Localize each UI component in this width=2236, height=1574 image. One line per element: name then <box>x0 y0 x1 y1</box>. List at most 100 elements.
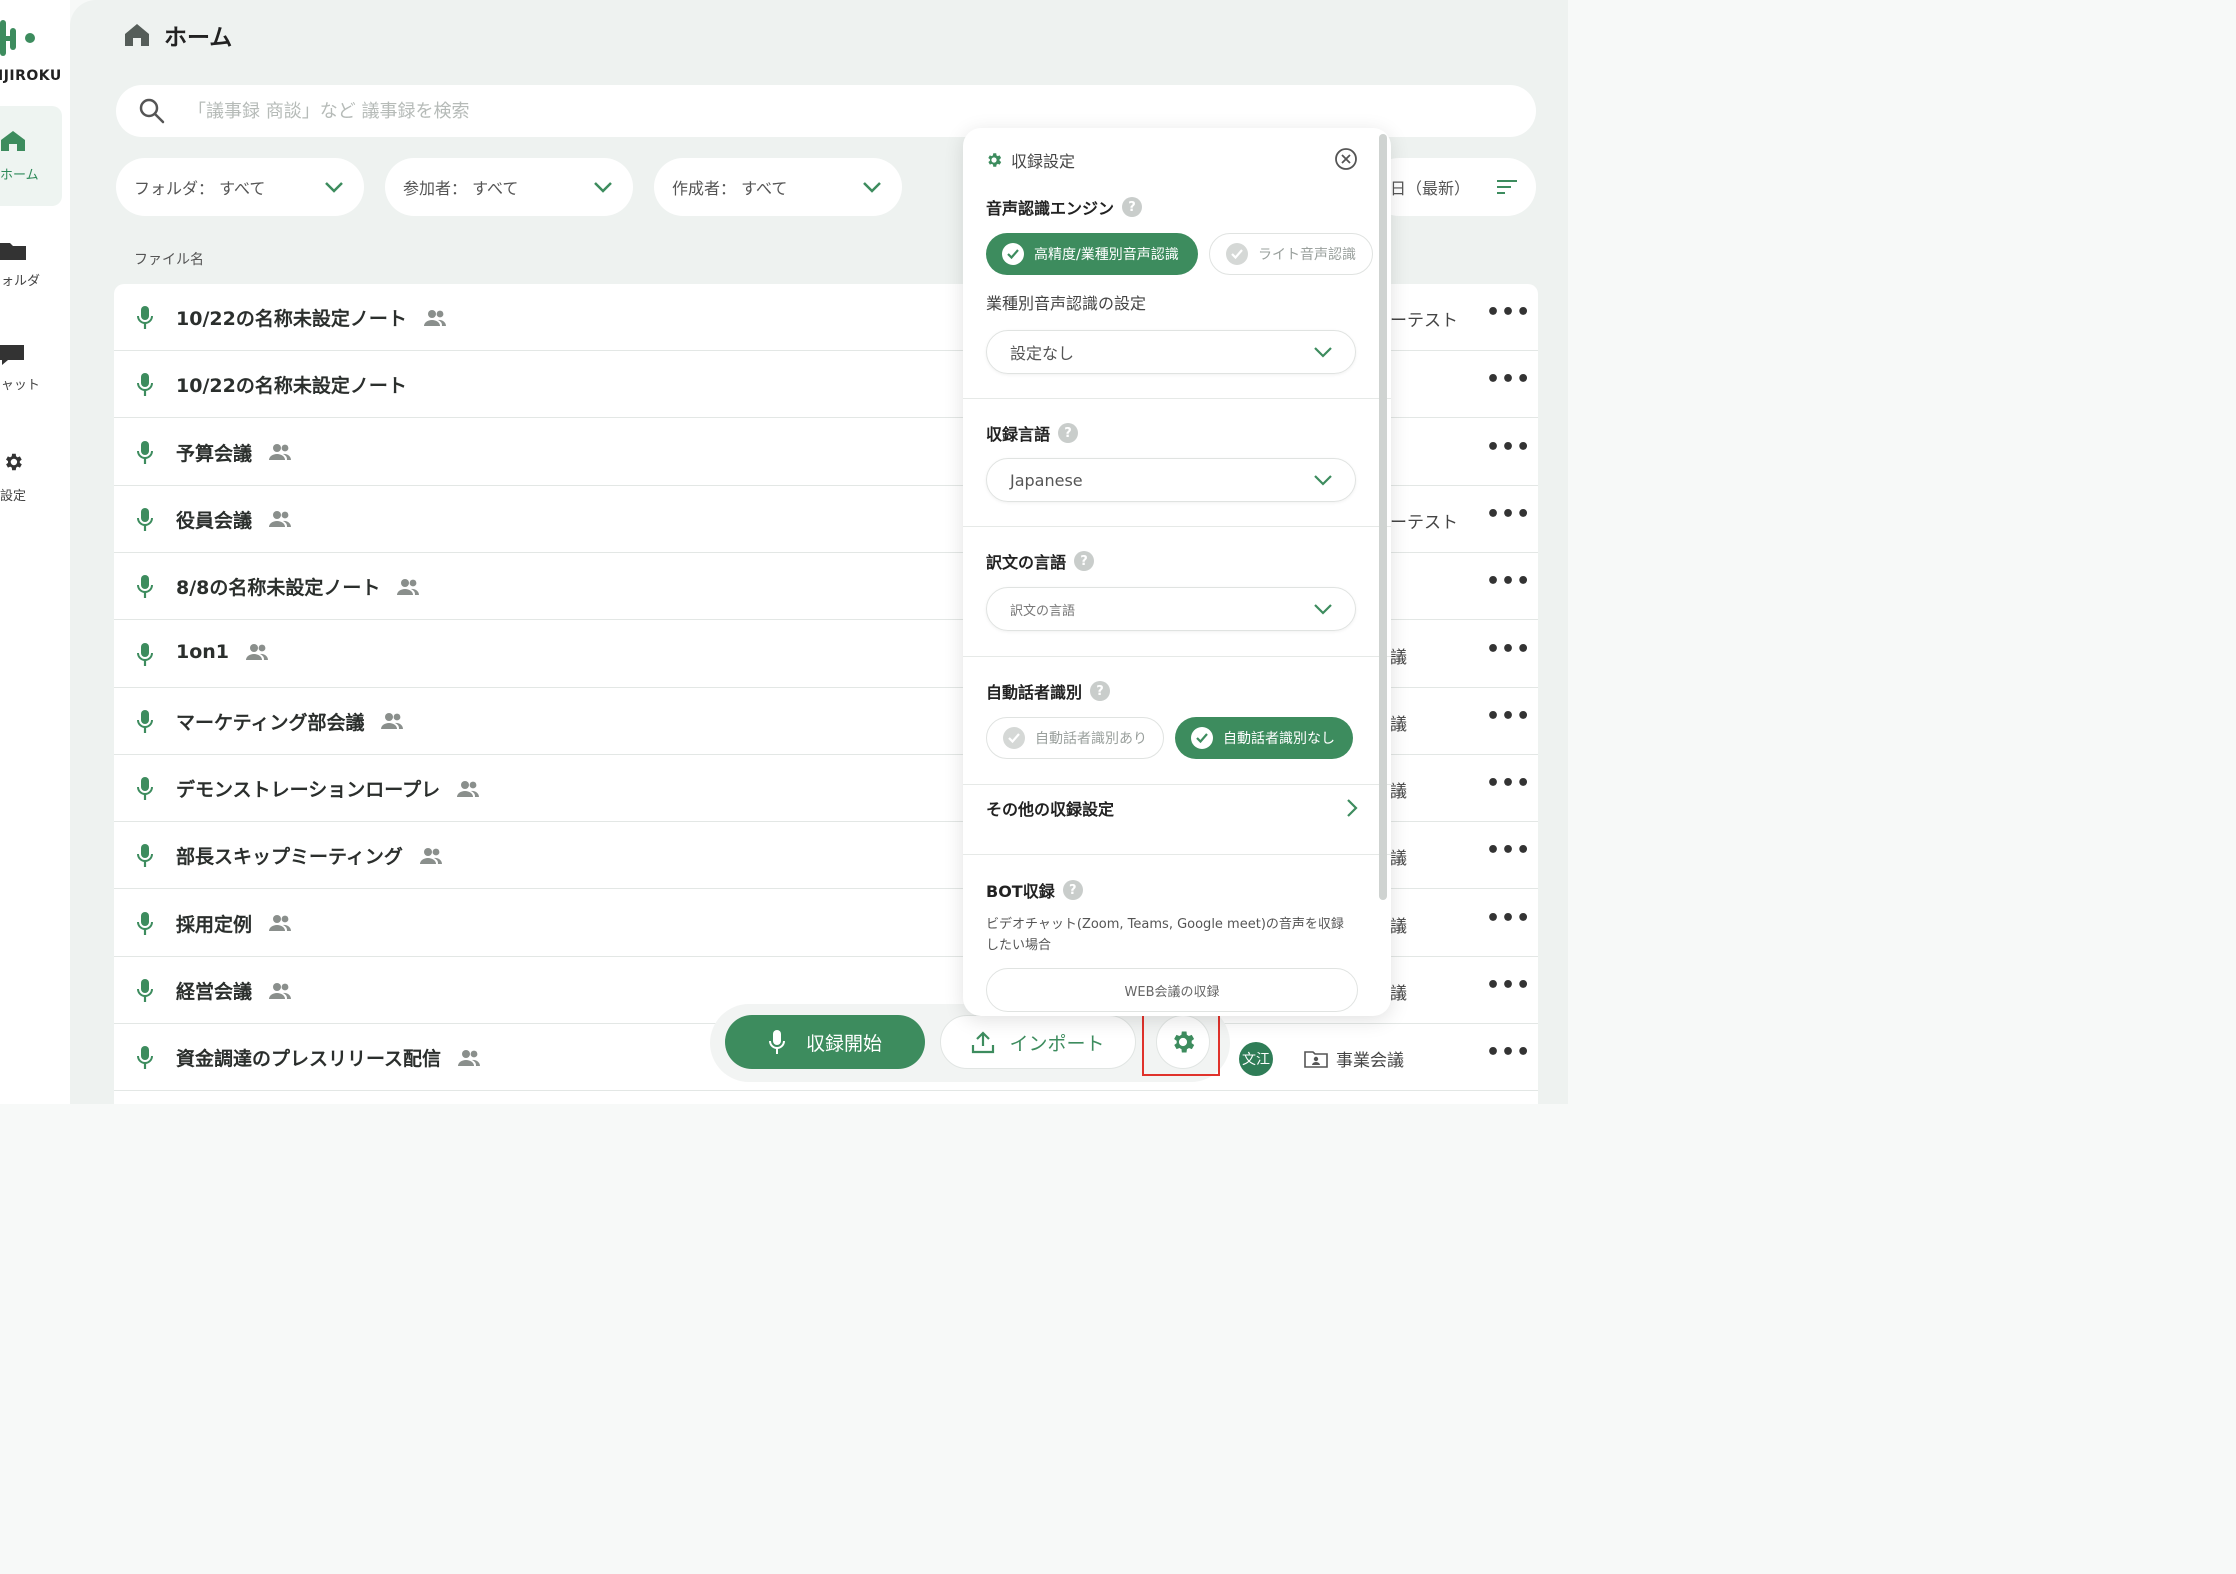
speaker-option-label: 自動話者識別なし <box>1223 731 1335 747</box>
row-title-text: 10/22の名称未設定ノート <box>176 375 407 398</box>
other-settings-row[interactable]: その他の収録設定 <box>986 796 1358 820</box>
mic-icon <box>136 844 154 868</box>
home-icon <box>1 131 25 151</box>
sidebar-item-chat[interactable]: チャット <box>0 336 62 406</box>
mic-icon <box>136 575 154 599</box>
more-options-icon[interactable]: ••• <box>1486 1042 1530 1066</box>
row-title: 1on1 <box>176 641 269 663</box>
more-options-icon[interactable]: ••• <box>1486 302 1530 326</box>
recording-settings-panel: 収録設定 音声認識エンジン ? 高精度/業種別音声認識 ライト音声認識 業種別音… <box>963 128 1391 1016</box>
filter-folder[interactable]: フォルダ： すべて <box>116 158 364 216</box>
people-icon <box>268 443 292 461</box>
search-input[interactable] <box>188 100 1088 122</box>
sidebar-item-label: チャット <box>0 378 40 393</box>
people-icon <box>268 914 292 932</box>
mic-icon <box>136 373 154 397</box>
row-title: 役員会議 <box>176 506 292 533</box>
folder-user-icon <box>1304 1050 1328 1068</box>
other-settings-label: その他の収録設定 <box>986 800 1115 819</box>
more-options-icon[interactable]: ••• <box>1486 773 1530 797</box>
sidebar-item-label: ホーム <box>0 168 39 183</box>
more-options-icon[interactable]: ••• <box>1486 436 1530 461</box>
row-meta: 議 <box>1390 849 1407 870</box>
industry-select[interactable]: 設定なし <box>986 330 1356 374</box>
mic-icon <box>136 642 154 667</box>
sidebar-item-home[interactable]: ホーム <box>0 106 62 206</box>
row-title: 資金調達のプレスリリース配信 <box>176 1044 481 1071</box>
divider <box>963 784 1391 785</box>
divider <box>963 656 1391 657</box>
filter-participants[interactable]: 参加者： すべて <box>385 158 633 216</box>
more-options-icon[interactable]: ••• <box>1486 638 1530 663</box>
more-options-icon[interactable]: ••• <box>1486 840 1530 864</box>
help-icon[interactable]: ? <box>1058 423 1079 443</box>
gear-icon <box>6 453 22 471</box>
folder-tag: 事業会議 <box>1304 1046 1404 1071</box>
chevron-down-icon <box>1314 347 1332 358</box>
mic-icon <box>136 1046 154 1070</box>
web-meeting-record-button[interactable]: WEB会議の収録 <box>986 968 1358 1012</box>
people-icon <box>423 309 447 327</box>
more-options-icon[interactable]: ••• <box>1486 503 1530 528</box>
row-title: 10/22の名称未設定ノート <box>176 371 407 398</box>
more-options-icon[interactable]: ••• <box>1486 907 1530 932</box>
page-title: ホーム <box>124 18 232 52</box>
close-icon[interactable] <box>1334 147 1358 171</box>
sort-select[interactable]: 日（最新） <box>1370 158 1536 216</box>
chevron-down-icon <box>1314 475 1332 486</box>
chat-icon <box>0 345 24 365</box>
row-title-text: デモンストレーションロープレ <box>176 779 441 802</box>
help-icon[interactable]: ? <box>1062 880 1083 900</box>
import-button-label: インポート <box>1009 1032 1105 1055</box>
people-icon <box>456 780 480 798</box>
import-button[interactable]: インポート <box>940 1015 1136 1069</box>
sidebar-item-label: フォルダ <box>0 274 41 289</box>
check-icon <box>1002 243 1024 265</box>
more-options-icon[interactable]: ••• <box>1486 571 1530 595</box>
sidebar-item-label: 設定 <box>0 489 27 504</box>
help-icon[interactable]: ? <box>1122 197 1143 217</box>
translation-select[interactable]: 訳文の言語 <box>986 587 1356 631</box>
row-meta: 議 <box>1390 916 1407 937</box>
record-button-label: 収録開始 <box>805 1032 882 1055</box>
divider <box>963 854 1391 855</box>
filter-label: フォルダ： すべて <box>134 179 266 198</box>
chevron-down-icon <box>1314 604 1332 615</box>
mic-icon <box>136 979 154 1003</box>
row-title: マーケティング部会議 <box>176 708 404 735</box>
sidebar-item-folder[interactable]: フォルダ <box>0 230 62 300</box>
mic-icon <box>136 777 154 801</box>
filter-creator[interactable]: 作成者： すべて <box>654 158 902 216</box>
gear-icon <box>988 153 1002 167</box>
sort-icon <box>1497 180 1517 194</box>
sidebar-item-settings[interactable]: 設定 <box>0 445 62 515</box>
speaker-option-on[interactable]: 自動話者識別あり <box>986 717 1164 759</box>
filter-label: 参加者： すべて <box>403 179 519 198</box>
engine-option-light[interactable]: ライト音声認識 <box>1209 233 1373 275</box>
record-button[interactable]: 収録開始 <box>725 1015 925 1069</box>
bot-description: ビデオチャット(Zoom, Teams, Google meet)の音声を収録し… <box>986 917 1344 953</box>
more-options-icon[interactable]: ••• <box>1486 975 1530 999</box>
logo-icon <box>0 20 35 56</box>
translation-section-title: 訳文の言語 ? <box>986 549 1095 573</box>
row-title-text: 経営会議 <box>176 981 253 1003</box>
check-icon <box>1003 727 1025 749</box>
speaker-option-label: 自動話者識別あり <box>1035 731 1147 747</box>
row-title-text: 1on1 <box>176 640 230 663</box>
language-select[interactable]: Japanese <box>986 458 1356 502</box>
row-title: 予算会議 <box>176 439 292 466</box>
more-options-icon[interactable]: ••• <box>1486 369 1530 393</box>
help-icon[interactable]: ? <box>1074 551 1095 571</box>
mic-icon <box>136 911 154 936</box>
check-icon <box>1191 727 1213 749</box>
speaker-option-off[interactable]: 自動話者識別なし <box>1175 717 1353 759</box>
people-icon <box>268 510 292 528</box>
engine-option-high-precision[interactable]: 高精度/業種別音声認識 <box>986 233 1198 275</box>
help-icon[interactable]: ? <box>1090 681 1111 701</box>
more-options-icon[interactable]: ••• <box>1486 705 1530 730</box>
chevron-down-icon <box>594 182 612 193</box>
row-title: 採用定例 <box>176 910 292 937</box>
page-title-text: ホーム <box>164 25 233 51</box>
panel-scrollbar[interactable] <box>1379 134 1387 900</box>
people-icon <box>268 982 292 1000</box>
